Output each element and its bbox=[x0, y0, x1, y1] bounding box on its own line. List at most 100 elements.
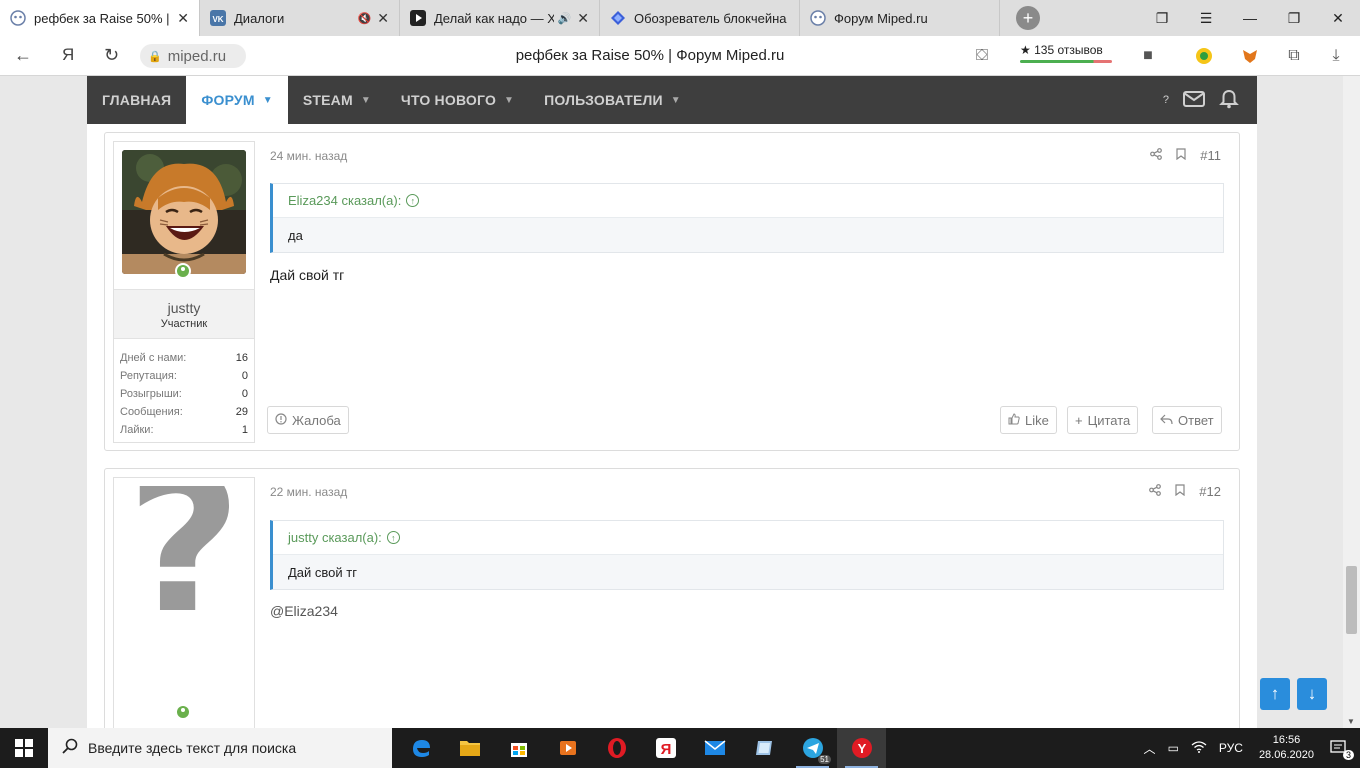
system-tray: ︿ ▭ РУС 16:56 28.06.2020 3 bbox=[1138, 728, 1360, 768]
chevron-down-icon[interactable]: ▼ bbox=[361, 95, 371, 106]
download-icon[interactable]: ⤓ bbox=[1326, 46, 1346, 66]
chevron-down-icon[interactable]: ▼ bbox=[504, 95, 514, 106]
arrow-up-icon[interactable]: ↑ bbox=[386, 531, 400, 544]
arrow-up-icon[interactable]: ↑ bbox=[406, 194, 420, 207]
mute-icon[interactable]: 🔇 bbox=[358, 12, 372, 25]
username[interactable]: justty bbox=[114, 300, 254, 316]
nav-home[interactable]: ГЛАВНАЯ bbox=[87, 76, 186, 124]
close-icon[interactable]: ✕ bbox=[377, 10, 389, 27]
quote-block: justty сказал(а): ↑ Дай свой тг bbox=[270, 520, 1224, 590]
store-icon[interactable] bbox=[494, 728, 543, 768]
like-button[interactable]: Like bbox=[1000, 406, 1057, 434]
miped-icon bbox=[810, 10, 826, 26]
telegram-icon[interactable]: 51 bbox=[788, 728, 837, 768]
quote-button[interactable]: + Цитата bbox=[1067, 406, 1139, 434]
page-scrollbar[interactable]: ▼ bbox=[1343, 76, 1360, 728]
battery-icon[interactable]: ▭ bbox=[1162, 741, 1185, 755]
reviews-badge[interactable]: ★ 135 отзывов bbox=[1020, 43, 1112, 63]
restore-icon[interactable]: ❐ bbox=[1272, 10, 1316, 27]
file-explorer-icon[interactable] bbox=[445, 728, 494, 768]
close-icon[interactable]: ✕ bbox=[577, 10, 589, 27]
search-icon bbox=[62, 738, 78, 759]
scroll-down-button[interactable]: ↓ bbox=[1297, 678, 1327, 710]
post-number[interactable]: #12 bbox=[1199, 484, 1221, 499]
scroll-up-button[interactable]: ↑ bbox=[1260, 678, 1290, 710]
nav-steam[interactable]: STEAM ▼ bbox=[288, 76, 386, 124]
help-icon[interactable]: ? bbox=[1163, 94, 1169, 106]
tab-strip: рефбек за Raise 50% | ф ✕ VK Диалоги 🔇 ✕… bbox=[0, 0, 1360, 36]
windows-taskbar: Введите здесь текст для поиска Я 51 Y ︿ … bbox=[0, 728, 1360, 768]
yandex-browser-icon[interactable]: Y bbox=[837, 728, 886, 768]
quote-text: да bbox=[288, 227, 303, 243]
post-number[interactable]: #11 bbox=[1200, 148, 1221, 163]
quote-block: Eliza234 сказал(а): ↑ да bbox=[270, 183, 1224, 253]
close-icon[interactable]: ✕ bbox=[177, 10, 189, 27]
nav-users[interactable]: ПОЛЬЗОВАТЕЛИ ▼ bbox=[529, 76, 696, 124]
tab-dialogs[interactable]: VK Диалоги 🔇 ✕ bbox=[200, 0, 400, 36]
report-button[interactable]: Жалоба bbox=[267, 406, 349, 434]
user-stats: Дней с нами: 16 Репутация: 0 Розыгрыши: 0 С… bbox=[120, 349, 248, 439]
extensions-icon[interactable]: ⧉ bbox=[1284, 46, 1304, 66]
vk-icon: VK bbox=[210, 10, 226, 26]
metamask-icon[interactable] bbox=[1240, 46, 1260, 66]
envelope-icon[interactable] bbox=[1183, 90, 1205, 110]
tab-miped-forum[interactable]: Форум Miped.ru bbox=[800, 0, 1000, 36]
thumbs-up-icon bbox=[1008, 412, 1020, 428]
quote-header[interactable]: Eliza234 сказал(а): ↑ bbox=[273, 184, 1223, 218]
notification-count: 3 bbox=[1342, 749, 1354, 760]
chevron-up-icon[interactable]: ︿ bbox=[1138, 740, 1162, 757]
nav-forum[interactable]: ФОРУМ ▼ bbox=[186, 76, 288, 124]
site-nav: ГЛАВНАЯ ФОРУМ ▼ STEAM ▼ ЧТО НОВОГО ▼ ПОЛЬЗО… bbox=[87, 76, 1257, 124]
post-time[interactable]: 22 мин. назад bbox=[270, 485, 347, 499]
quote-text: Дай свой тг bbox=[288, 564, 357, 580]
notes-app-icon[interactable] bbox=[739, 728, 788, 768]
quote-header[interactable]: justty сказал(а): ↑ bbox=[273, 521, 1223, 555]
nav-whats-new[interactable]: ЧТО НОВОГО ▼ bbox=[386, 76, 529, 124]
speaker-icon[interactable]: 🔊 bbox=[558, 12, 572, 25]
message-body: Дай свой тг bbox=[270, 267, 345, 283]
yandex-app-icon[interactable]: Я bbox=[641, 728, 690, 768]
default-avatar[interactable]: ? bbox=[122, 486, 246, 610]
extension-wallet-icon[interactable] bbox=[1194, 46, 1214, 66]
avatar[interactable] bbox=[122, 150, 246, 274]
media-player-icon[interactable] bbox=[543, 728, 592, 768]
telegram-badge: 51 bbox=[818, 755, 831, 764]
opera-icon[interactable] bbox=[592, 728, 641, 768]
tab-refback[interactable]: рефбек за Raise 50% | ф ✕ bbox=[0, 0, 200, 36]
plus-icon: + bbox=[1075, 412, 1083, 428]
tabs-overview-icon[interactable]: ❐ bbox=[1140, 10, 1184, 27]
share-icon[interactable] bbox=[1149, 484, 1162, 499]
new-tab-button[interactable]: + bbox=[1016, 6, 1040, 30]
message-body: @Eliza234 bbox=[270, 603, 338, 619]
post-time[interactable]: 24 мин. назад bbox=[270, 149, 347, 163]
scrollbar-thumb[interactable] bbox=[1346, 566, 1357, 634]
tab-blockchain[interactable]: Обозреватель блокчейна bbox=[600, 0, 800, 36]
bookmark-icon[interactable] bbox=[1176, 148, 1186, 163]
notification-icon[interactable]: 3 bbox=[1324, 739, 1360, 760]
post-12: ? 22 мин. назад #12 justty сказал(а): ↑ bbox=[104, 468, 1240, 728]
online-status-icon bbox=[175, 704, 191, 720]
scroll-down-arrow-icon[interactable]: ▼ bbox=[1347, 717, 1355, 726]
translate-icon[interactable]: ⛋ bbox=[972, 46, 992, 66]
menu-icon[interactable]: ☰ bbox=[1184, 10, 1228, 27]
language-indicator[interactable]: РУС bbox=[1213, 741, 1249, 755]
minimize-icon[interactable]: — bbox=[1228, 10, 1272, 26]
wifi-icon[interactable] bbox=[1185, 740, 1213, 756]
taskbar-search-input[interactable]: Введите здесь текст для поиска bbox=[48, 728, 392, 768]
bookmark-icon[interactable] bbox=[1175, 484, 1185, 499]
share-icon[interactable] bbox=[1150, 148, 1163, 163]
stat-row: Сообщения: 29 bbox=[120, 406, 248, 418]
bell-icon[interactable] bbox=[1219, 89, 1239, 112]
reply-button[interactable]: Ответ bbox=[1152, 406, 1222, 434]
mail-icon[interactable] bbox=[690, 728, 739, 768]
chevron-down-icon[interactable]: ▼ bbox=[263, 95, 273, 106]
tab-video[interactable]: Делай как надо — Х 🔊 ✕ bbox=[400, 0, 600, 36]
chevron-down-icon[interactable]: ▼ bbox=[671, 95, 681, 106]
stat-row: Лайки: 1 bbox=[120, 424, 248, 436]
window-close-icon[interactable]: ✕ bbox=[1316, 10, 1360, 27]
clock[interactable]: 16:56 28.06.2020 bbox=[1249, 733, 1324, 763]
post-actions: #12 bbox=[1149, 484, 1221, 499]
edge-icon[interactable] bbox=[396, 728, 445, 768]
windows-start-icon[interactable] bbox=[0, 728, 48, 768]
bookmark-icon[interactable]: ■ bbox=[1138, 46, 1158, 66]
